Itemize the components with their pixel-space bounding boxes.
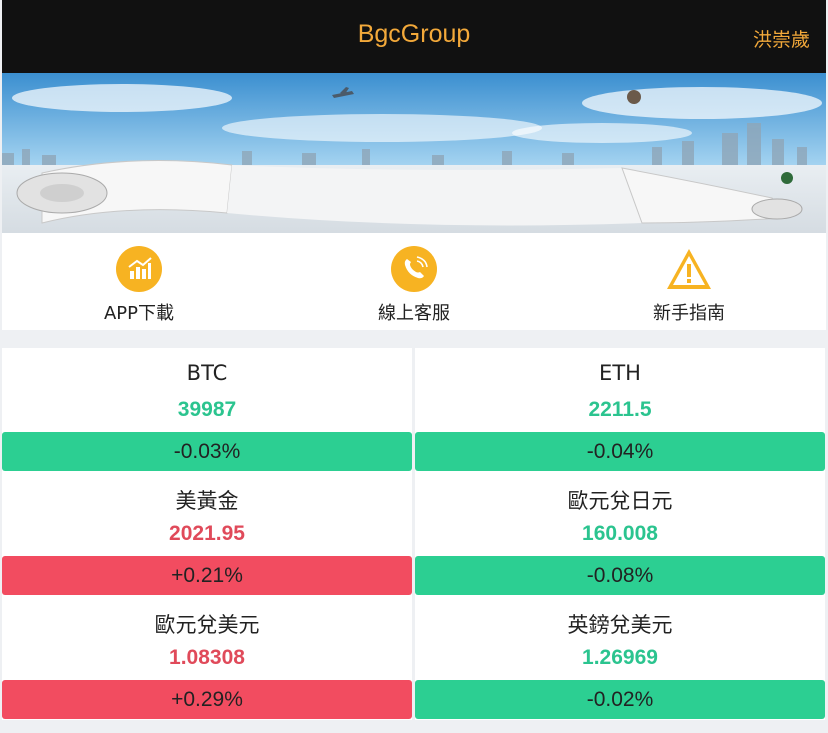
nav-app-download[interactable]: APP下載 bbox=[2, 233, 276, 330]
market-card-eth[interactable]: ETH 2211.5 -0.04% bbox=[415, 348, 825, 472]
market-card-btc[interactable]: BTC 39987 -0.03% bbox=[2, 348, 412, 472]
nav-online-support[interactable]: 線上客服 bbox=[277, 233, 551, 330]
app-title: BgcGroup bbox=[357, 20, 471, 48]
market-change-badge: +0.29% bbox=[2, 680, 412, 719]
market-change-badge: -0.02% bbox=[415, 680, 825, 719]
market-name: 英鎊兌美元 bbox=[567, 613, 673, 637]
promo-banner[interactable] bbox=[2, 73, 826, 233]
nav-label: APP下載 bbox=[103, 303, 175, 324]
phone-icon bbox=[391, 246, 437, 292]
market-price: 2211.5 bbox=[588, 398, 652, 421]
market-card-gold[interactable]: 美黃金 2021.95 +0.21% bbox=[2, 472, 412, 596]
market-change-badge: -0.03% bbox=[2, 432, 412, 471]
market-change-badge: -0.04% bbox=[415, 432, 825, 471]
app-header: BgcGroup 洪崇歲 bbox=[2, 0, 826, 73]
market-card-gbpusd[interactable]: 英鎊兌美元 1.26969 -0.02% bbox=[415, 596, 825, 720]
warning-icon bbox=[667, 249, 711, 289]
market-name: BTC bbox=[186, 361, 228, 385]
market-price: 2021.95 bbox=[169, 522, 245, 545]
banner-illustration bbox=[2, 73, 826, 233]
market-name: 歐元兌美元 bbox=[154, 613, 260, 637]
market-price: 160.008 bbox=[582, 522, 658, 545]
nav-label: 線上客服 bbox=[378, 303, 450, 324]
market-price: 39987 bbox=[177, 398, 237, 421]
market-change-badge: +0.21% bbox=[2, 556, 412, 595]
chart-icon bbox=[116, 246, 162, 292]
market-card-eurusd[interactable]: 歐元兌美元 1.08308 +0.29% bbox=[2, 596, 412, 720]
market-name: ETH bbox=[599, 361, 641, 385]
market-grid: BTC 39987 -0.03% ETH 2211.5 -0.04% 美黃金 2… bbox=[2, 348, 826, 720]
market-name: 歐元兌日元 bbox=[567, 489, 673, 513]
user-name-link[interactable]: 洪崇歲 bbox=[753, 25, 810, 52]
nav-label: 新手指南 bbox=[653, 303, 725, 324]
quick-nav: APP下載 線上客服 新手指南 bbox=[2, 233, 826, 330]
market-change-badge: -0.08% bbox=[415, 556, 825, 595]
market-price: 1.08308 bbox=[169, 646, 245, 669]
market-name: 美黃金 bbox=[175, 489, 239, 513]
nav-beginner-guide[interactable]: 新手指南 bbox=[552, 233, 826, 330]
market-price: 1.26969 bbox=[582, 646, 658, 669]
market-card-eurjpy[interactable]: 歐元兌日元 160.008 -0.08% bbox=[415, 472, 825, 596]
